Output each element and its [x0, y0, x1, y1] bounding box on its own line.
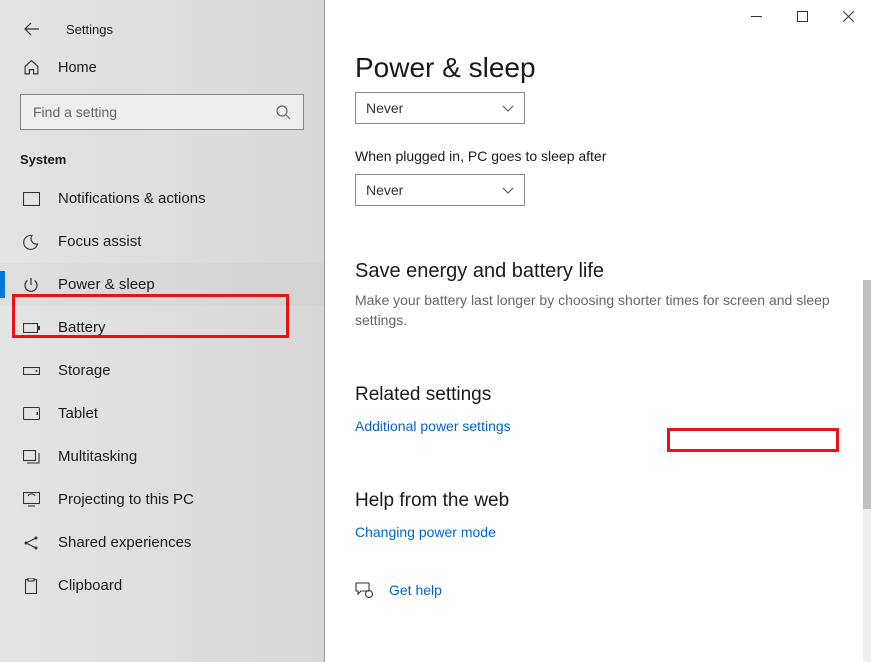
- sidebar-item-label: Notifications & actions: [58, 190, 206, 207]
- sidebar-item-label: Clipboard: [58, 577, 122, 594]
- search-field[interactable]: [33, 104, 275, 120]
- link-get-help[interactable]: Get help: [389, 582, 442, 598]
- link-additional-power[interactable]: Additional power settings: [355, 418, 511, 434]
- dropdown-value: Never: [366, 182, 403, 198]
- sidebar-item-power-sleep[interactable]: Power & sleep: [0, 263, 324, 306]
- sidebar-item-label: Battery: [58, 319, 106, 336]
- battery-icon: [22, 323, 40, 333]
- sidebar-item-storage[interactable]: Storage: [0, 349, 324, 392]
- sidebar-home[interactable]: Home: [0, 49, 324, 86]
- sidebar-item-notifications[interactable]: Notifications & actions: [0, 177, 324, 220]
- sleep-plugged-dropdown[interactable]: Never: [355, 174, 525, 206]
- sidebar-item-focus-assist[interactable]: Focus assist: [0, 220, 324, 263]
- home-icon: [22, 59, 40, 76]
- sidebar-item-label: Shared experiences: [58, 534, 191, 551]
- screen-sleep-dropdown[interactable]: Never: [355, 92, 525, 124]
- scrollbar[interactable]: [863, 280, 871, 662]
- section-title-webhelp: Help from the web: [355, 490, 871, 512]
- shared-icon: [22, 535, 40, 551]
- tablet-icon: [22, 407, 40, 420]
- sidebar-item-label: Focus assist: [58, 233, 141, 250]
- sidebar-item-projecting[interactable]: Projecting to this PC: [0, 478, 324, 521]
- search-icon: [275, 104, 291, 120]
- sidebar-item-label: Multitasking: [58, 448, 137, 465]
- minimize-button[interactable]: [733, 0, 779, 32]
- highlight-link: [667, 428, 839, 452]
- scrollbar-thumb[interactable]: [863, 280, 871, 509]
- sidebar-item-label: Storage: [58, 362, 111, 379]
- sidebar-item-label: Power & sleep: [58, 276, 155, 293]
- sidebar-item-battery[interactable]: Battery: [0, 306, 324, 349]
- notifications-icon: [22, 192, 40, 206]
- home-label: Home: [58, 60, 97, 76]
- main-content: Power & sleep Never When plugged in, PC …: [325, 0, 871, 662]
- power-icon: [22, 277, 40, 293]
- sidebar-item-label: Projecting to this PC: [58, 491, 194, 508]
- sidebar-item-label: Tablet: [58, 405, 98, 422]
- dropdown-value: Never: [366, 100, 403, 116]
- chevron-down-icon: [502, 105, 514, 112]
- link-changing-power-mode[interactable]: Changing power mode: [355, 524, 496, 540]
- moon-icon: [22, 234, 40, 250]
- section-title-energy: Save energy and battery life: [355, 260, 871, 283]
- sidebar-item-multitasking[interactable]: Multitasking: [0, 435, 324, 478]
- maximize-button[interactable]: [779, 0, 825, 32]
- back-button[interactable]: [22, 19, 42, 39]
- arrow-left-icon: [24, 21, 40, 37]
- sidebar-item-clipboard[interactable]: Clipboard: [0, 564, 324, 607]
- chat-icon: [355, 582, 375, 598]
- sidebar-item-tablet[interactable]: Tablet: [0, 392, 324, 435]
- close-button[interactable]: [825, 0, 871, 32]
- window-title: Settings: [66, 22, 113, 37]
- section-desc-energy: Make your battery last longer by choosin…: [355, 291, 835, 330]
- projecting-icon: [22, 492, 40, 507]
- sleep-plugged-label: When plugged in, PC goes to sleep after: [355, 148, 871, 164]
- sidebar-category: System: [0, 142, 324, 177]
- sidebar-item-shared[interactable]: Shared experiences: [0, 521, 324, 564]
- storage-icon: [22, 367, 40, 375]
- chevron-down-icon: [502, 187, 514, 194]
- search-input[interactable]: [20, 94, 304, 130]
- multitasking-icon: [22, 450, 40, 464]
- sidebar: Settings Home System Notifications & act…: [0, 0, 325, 662]
- clipboard-icon: [22, 578, 40, 594]
- section-title-related: Related settings: [355, 384, 871, 406]
